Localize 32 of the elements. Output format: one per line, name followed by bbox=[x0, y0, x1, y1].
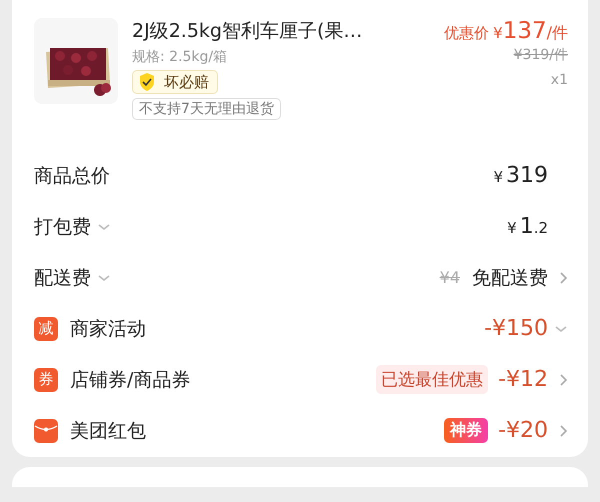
discount-label: 美团红包 bbox=[70, 418, 146, 444]
guarantee-badge: 坏必赔 bbox=[132, 70, 218, 94]
chevron-down-icon[interactable] bbox=[97, 222, 111, 232]
return-policy-tag: 不支持7天无理由退货 bbox=[132, 98, 281, 120]
chevron-right-icon[interactable] bbox=[558, 422, 568, 438]
coupon-badge: 神券 bbox=[444, 418, 488, 443]
fee-amount: ¥1.2 bbox=[507, 214, 548, 239]
discount-icon: 减 bbox=[34, 316, 58, 340]
discount-icon: 券 bbox=[34, 368, 58, 392]
chevron-right-icon[interactable] bbox=[558, 270, 568, 286]
fee-note: 免配送费 bbox=[472, 266, 548, 290]
fee-label: 打包费 bbox=[34, 214, 91, 240]
best-offer-tag: 已选最佳优惠 bbox=[376, 365, 488, 394]
fee-label: 配送费 bbox=[34, 266, 91, 290]
product-spec: 规格: 2.5kg/箱 bbox=[132, 48, 228, 66]
chevron-right-icon[interactable] bbox=[558, 372, 568, 388]
fee-amount: ¥319 bbox=[493, 163, 548, 188]
struck-price: ¥4 bbox=[440, 268, 460, 287]
product-title: 2J级2.5kg智利车厘子(果… bbox=[132, 19, 362, 44]
shield-icon bbox=[138, 72, 156, 92]
fee-label: 商品总价 bbox=[34, 164, 110, 188]
chevron-down-icon[interactable] bbox=[97, 272, 111, 282]
original-price: ¥319/件 bbox=[514, 46, 568, 64]
discount-amount: -¥20 bbox=[498, 418, 548, 443]
discount-amount: -¥150 bbox=[484, 316, 548, 341]
discount-label: 商家活动 bbox=[70, 316, 146, 342]
quantity: x1 bbox=[550, 72, 568, 88]
envelope-icon bbox=[34, 418, 58, 442]
chevron-down-icon[interactable] bbox=[554, 324, 568, 334]
promo-price: 优惠价 ¥137/件 bbox=[444, 18, 568, 44]
discount-amount: -¥12 bbox=[498, 367, 548, 392]
discount-label: 店铺券/商品券 bbox=[70, 368, 190, 392]
